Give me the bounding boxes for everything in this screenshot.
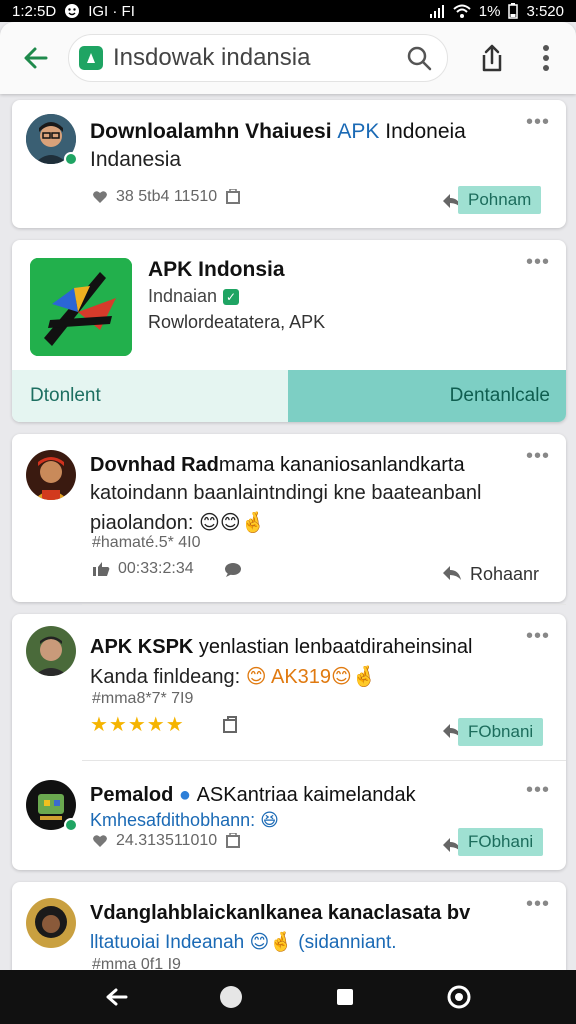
arrow-left-icon bbox=[24, 47, 48, 69]
search-button[interactable] bbox=[401, 40, 437, 76]
nav-back-button[interactable] bbox=[97, 977, 137, 1017]
search-icon bbox=[407, 46, 432, 71]
bookmark-icon[interactable] bbox=[225, 833, 241, 849]
notification-icon bbox=[64, 3, 80, 19]
verified-check-icon: ✓ bbox=[223, 288, 240, 305]
app-developer[interactable]: Indnaian ✓ bbox=[148, 286, 240, 307]
status-bar: 1:2:5D IGI · FI 1% 3:520 bbox=[0, 0, 576, 22]
more-options-icon[interactable]: ••• bbox=[526, 894, 550, 914]
divider bbox=[82, 604, 566, 605]
more-options-icon[interactable]: ••• bbox=[526, 252, 550, 272]
post-body-line[interactable]: Kmhesafdithobhann: 😆 bbox=[90, 810, 279, 831]
nav-assistant-icon bbox=[447, 985, 471, 1009]
rating-stars: ★★★★★ bbox=[90, 714, 185, 736]
status-left-text: IGI · FI bbox=[88, 2, 135, 20]
post-body-line: katoindann baanlaintndingi kne baateanba… bbox=[90, 482, 482, 504]
more-options-icon[interactable]: ••• bbox=[526, 112, 550, 132]
play-store-logo-icon bbox=[79, 46, 103, 70]
avatar bbox=[26, 626, 76, 676]
reply-button[interactable]: Pohnam bbox=[458, 186, 542, 214]
app-logo-icon[interactable] bbox=[30, 258, 132, 356]
system-nav-bar bbox=[0, 970, 576, 1024]
post-title: Pemalod ● ASKantriaa kaimelandak bbox=[90, 784, 416, 806]
post-title: Dovnhad Radmama kananiosanlandkarta bbox=[90, 454, 465, 476]
emoji-group: 😊😊🤞 bbox=[199, 512, 266, 534]
more-options-icon[interactable]: ••• bbox=[526, 446, 550, 466]
post-card: Downloalamhn Vhaiuesi APK Indoneia Indan… bbox=[12, 100, 566, 228]
verified-badge-icon bbox=[64, 152, 78, 166]
post-tag: #hamaté.5* 4I0 bbox=[92, 534, 201, 551]
battery-level: 1% bbox=[478, 2, 501, 20]
post-tag: #mma8*7* 7I9 bbox=[92, 690, 194, 707]
post-title-link[interactable]: APK bbox=[337, 120, 379, 143]
post-subtitle: Indanesia bbox=[90, 148, 182, 171]
battery-icon bbox=[508, 3, 519, 19]
divider bbox=[82, 760, 566, 761]
search-bar[interactable]: Insdowak indansia bbox=[68, 34, 448, 82]
post-card: Vdanglahblaickanlkanea kanaclasata bv ll… bbox=[12, 882, 566, 982]
app-title: APK Indonsia bbox=[148, 258, 285, 281]
post-meta: 38 5tb4 11510 bbox=[92, 188, 241, 206]
heart-icon[interactable] bbox=[92, 190, 108, 204]
status-time: 3:520 bbox=[526, 2, 564, 20]
share-button[interactable] bbox=[466, 32, 518, 84]
post-meta: 00:33:2:34 bbox=[92, 560, 194, 578]
reply-button[interactable]: FObhani bbox=[458, 828, 544, 856]
download-right-button[interactable]: Dentanlcale bbox=[288, 370, 566, 422]
reply-button[interactable]: Rohaanr bbox=[470, 564, 539, 585]
heart-icon[interactable] bbox=[92, 834, 108, 848]
post-title: APK KSPK yenlastian lenbaatdiraheinsinal bbox=[90, 636, 473, 658]
verified-badge-icon bbox=[64, 818, 78, 832]
post-card: APK KSPK yenlastian lenbaatdiraheinsinal… bbox=[12, 614, 566, 870]
back-button[interactable] bbox=[10, 32, 62, 84]
post-body-line: piaolandon: 😊😊🤞 bbox=[90, 512, 266, 534]
download-bar: Dtonlent Dentanlcale bbox=[12, 370, 566, 422]
more-options-icon[interactable]: ••• bbox=[526, 626, 550, 646]
signal-icon bbox=[429, 4, 445, 18]
nav-recent-button[interactable] bbox=[325, 977, 365, 1017]
post-body-line: Kanda finldeang: 😊 AK319😊🤞 bbox=[90, 666, 377, 688]
bookmark-icon[interactable] bbox=[225, 189, 241, 205]
post-meta: 24.313511010 bbox=[92, 832, 241, 850]
emoji-group: 😊 AK319😊🤞 bbox=[245, 666, 377, 688]
overflow-menu-button[interactable] bbox=[528, 32, 564, 84]
status-time-left: 1:2:5D bbox=[12, 2, 57, 20]
share-icon bbox=[482, 44, 502, 72]
app-card: APK Indonsia Indnaian ✓ Rowlordeatatera,… bbox=[12, 240, 566, 422]
nav-home-button[interactable] bbox=[211, 977, 251, 1017]
comment-icon[interactable] bbox=[224, 562, 242, 578]
nav-assistant-button[interactable] bbox=[439, 977, 479, 1017]
post-body-line[interactable]: lltatuoiai Indeanah 😊🤞 (sidanniant. bbox=[90, 930, 397, 954]
reply-button[interactable]: FObnani bbox=[458, 718, 544, 746]
post-title: Downloalamhn Vhaiuesi APK Indoneia bbox=[90, 120, 466, 143]
more-options-icon[interactable]: ••• bbox=[526, 780, 550, 800]
top-toolbar: Insdowak indansia bbox=[0, 22, 576, 94]
nav-recent-icon bbox=[337, 989, 353, 1005]
bookmark-icon[interactable] bbox=[222, 716, 240, 734]
like-icon[interactable] bbox=[92, 561, 110, 577]
app-description: Rowlordeatatera, APK bbox=[148, 312, 326, 332]
wifi-icon bbox=[453, 4, 471, 18]
more-vert-icon bbox=[543, 45, 549, 71]
nav-back-icon bbox=[106, 988, 128, 1006]
post-card: Dovnhad Radmama kananiosanlandkarta kato… bbox=[12, 434, 566, 602]
nav-home-icon bbox=[220, 986, 242, 1008]
fire-icon: ● bbox=[178, 784, 192, 806]
avatar bbox=[26, 898, 76, 948]
avatar bbox=[26, 450, 76, 500]
reply-icon bbox=[443, 566, 461, 580]
download-left-button[interactable]: Dtonlent bbox=[12, 370, 288, 422]
post-title: Vdanglahblaickanlkanea kanaclasata bv bbox=[90, 902, 471, 924]
search-input[interactable]: Insdowak indansia bbox=[113, 44, 401, 72]
